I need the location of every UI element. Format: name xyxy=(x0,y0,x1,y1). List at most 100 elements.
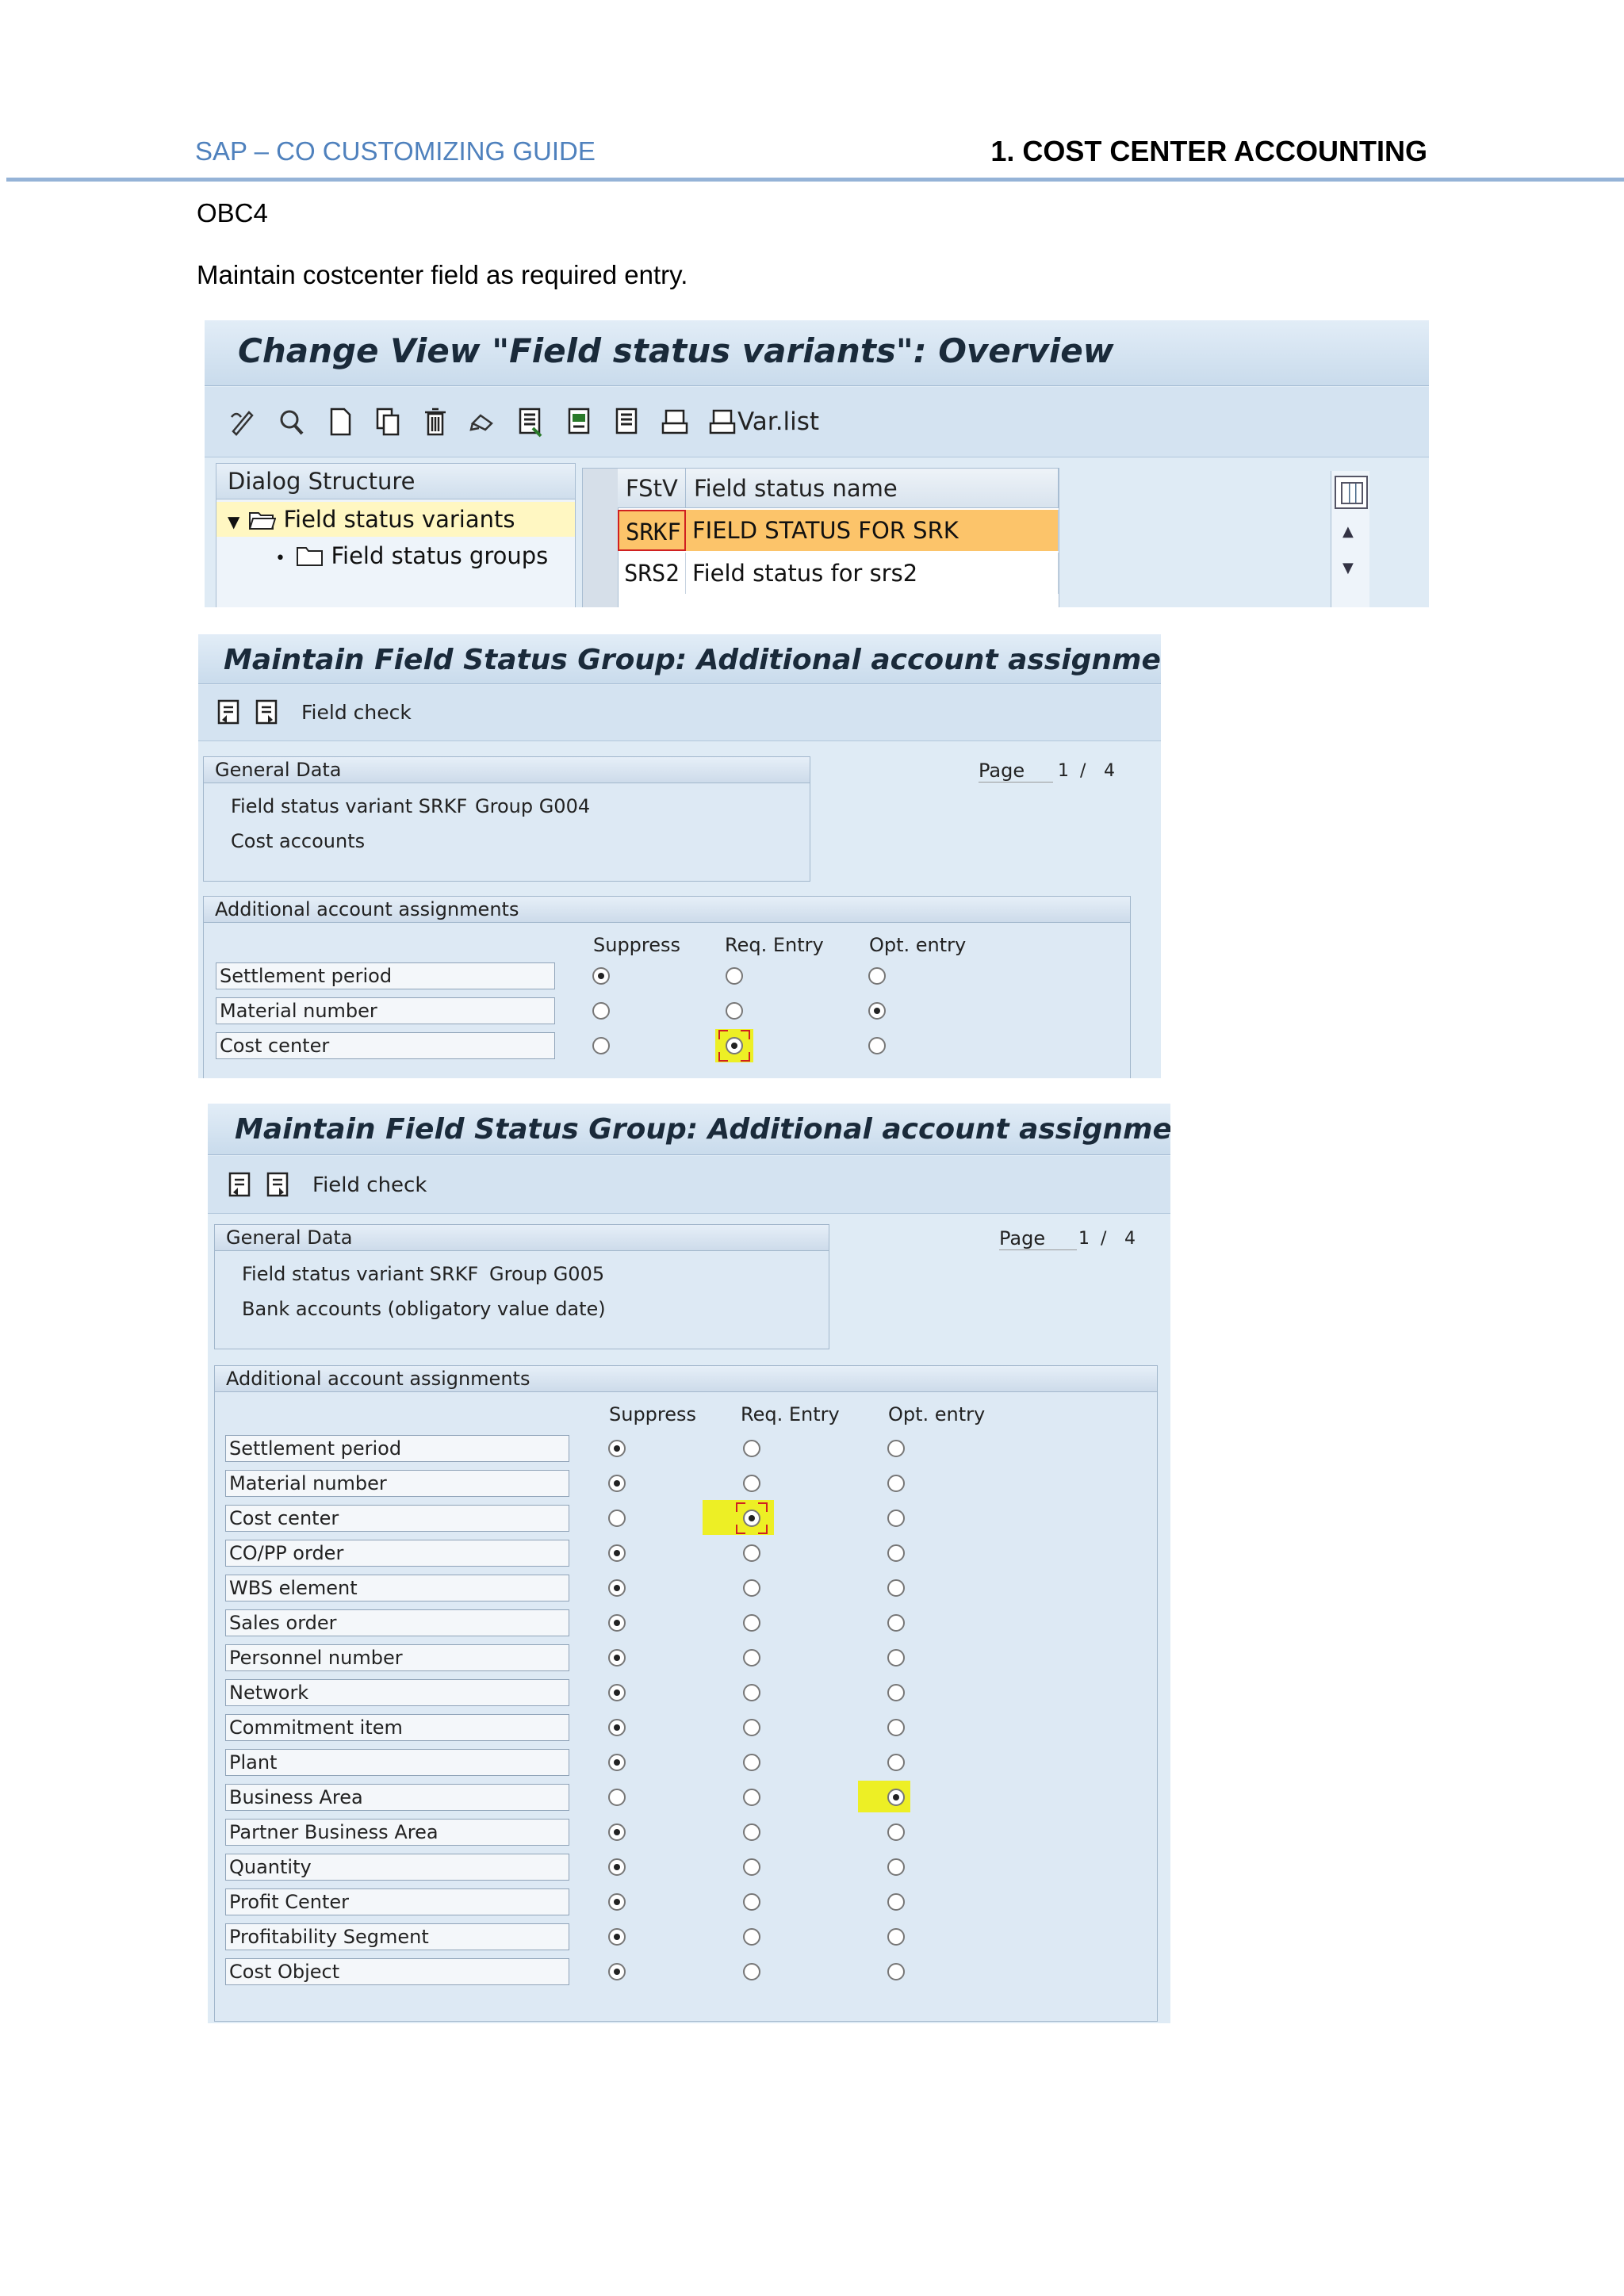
radio-req-entry[interactable] xyxy=(743,1754,760,1771)
radio-opt-entry[interactable] xyxy=(868,1002,886,1020)
radio-suppress[interactable] xyxy=(608,1754,626,1771)
radio-req-entry[interactable] xyxy=(743,1614,760,1632)
radio-req-entry[interactable] xyxy=(743,1893,760,1911)
radio-req-entry[interactable] xyxy=(726,1037,743,1054)
radio-opt-entry[interactable] xyxy=(868,967,886,985)
radio-opt-entry[interactable] xyxy=(887,1649,905,1667)
radio-req-entry[interactable] xyxy=(743,1928,760,1946)
tree-item-field-status-groups[interactable]: • Field status groups xyxy=(216,538,575,573)
find-icon[interactable] xyxy=(278,406,304,438)
deselect-all-icon[interactable] xyxy=(614,406,641,438)
expand-triangle-icon[interactable]: ▼ xyxy=(228,504,242,539)
radio-opt-entry[interactable] xyxy=(887,1719,905,1736)
table-cell-name[interactable]: Field status for srs2 xyxy=(686,553,1059,594)
radio-opt-entry[interactable] xyxy=(887,1893,905,1911)
undo-change-icon[interactable] xyxy=(469,406,496,438)
variant-list-button[interactable]: Var.list xyxy=(737,408,819,436)
bullet-icon: • xyxy=(275,549,285,568)
radio-suppress[interactable] xyxy=(608,1475,626,1492)
screen-title: Change View "Field status variants": Ove… xyxy=(238,331,1114,370)
radio-req-entry[interactable] xyxy=(743,1440,760,1457)
screen-title: Maintain Field Status Group: Additional … xyxy=(235,1113,1170,1146)
radio-suppress[interactable] xyxy=(608,1614,626,1632)
radio-req-entry[interactable] xyxy=(743,1858,760,1876)
radio-req-entry[interactable] xyxy=(743,1823,760,1841)
radio-opt-entry[interactable] xyxy=(887,1858,905,1876)
radio-req-entry[interactable] xyxy=(743,1579,760,1597)
display-change-icon[interactable] xyxy=(228,406,255,438)
table-cell-code[interactable]: SRKF xyxy=(618,510,686,551)
group-text: Cost accounts xyxy=(231,830,366,852)
scroll-up-icon[interactable]: ▲ xyxy=(1342,523,1354,540)
radio-opt-entry[interactable] xyxy=(887,1684,905,1701)
radio-suppress[interactable] xyxy=(592,1002,610,1020)
radio-opt-entry[interactable] xyxy=(887,1823,905,1841)
radio-suppress[interactable] xyxy=(608,1510,626,1527)
radio-opt-entry[interactable] xyxy=(887,1544,905,1562)
radio-suppress[interactable] xyxy=(608,1649,626,1667)
next-page-icon[interactable] xyxy=(265,1169,292,1200)
field-check-button[interactable]: Field check xyxy=(312,1173,427,1197)
radio-suppress[interactable] xyxy=(608,1440,626,1457)
select-all-icon[interactable] xyxy=(517,406,544,438)
table-cell-name[interactable]: FIELD STATUS FOR SRK xyxy=(686,510,1059,551)
radio-req-entry[interactable] xyxy=(743,1510,760,1527)
radio-opt-entry[interactable] xyxy=(887,1579,905,1597)
radio-suppress[interactable] xyxy=(608,1544,626,1562)
radio-opt-entry[interactable] xyxy=(887,1510,905,1527)
select-block-icon[interactable] xyxy=(566,406,593,438)
radio-req-entry[interactable] xyxy=(726,1002,743,1020)
radio-suppress[interactable] xyxy=(608,1893,626,1911)
vertical-scrollbar[interactable]: ▲ ▼ xyxy=(1331,471,1369,607)
radio-req-entry[interactable] xyxy=(726,967,743,985)
field-label-box: CO/PP order xyxy=(225,1540,569,1567)
radio-opt-entry[interactable] xyxy=(887,1789,905,1806)
radio-suppress[interactable] xyxy=(608,1579,626,1597)
previous-page-icon[interactable] xyxy=(227,1169,254,1200)
field-label-box: Profit Center xyxy=(225,1888,569,1915)
column-header-field-status-name[interactable]: Field status name xyxy=(686,469,1059,508)
radio-opt-entry[interactable] xyxy=(887,1440,905,1457)
radio-suppress[interactable] xyxy=(608,1963,626,1980)
radio-suppress[interactable] xyxy=(592,967,610,985)
radio-suppress[interactable] xyxy=(608,1789,626,1806)
column-settings-icon[interactable] xyxy=(1335,476,1368,509)
radio-suppress[interactable] xyxy=(608,1858,626,1876)
radio-opt-entry[interactable] xyxy=(868,1037,886,1054)
radio-opt-entry[interactable] xyxy=(887,1475,905,1492)
field-label-box: Material number xyxy=(216,997,555,1024)
radio-opt-entry[interactable] xyxy=(887,1754,905,1771)
radio-suppress[interactable] xyxy=(592,1037,610,1054)
field-check-button[interactable]: Field check xyxy=(301,701,412,724)
radio-suppress[interactable] xyxy=(608,1928,626,1946)
radio-req-entry[interactable] xyxy=(743,1684,760,1701)
delete-icon[interactable] xyxy=(422,406,449,438)
previous-page-icon[interactable] xyxy=(216,696,243,728)
table-cell-code[interactable]: SRS2 xyxy=(618,553,686,594)
radio-req-entry[interactable] xyxy=(743,1719,760,1736)
radio-req-entry[interactable] xyxy=(743,1649,760,1667)
print-icon[interactable] xyxy=(661,406,688,438)
tree-item-label: Field status variants xyxy=(283,506,515,533)
copy-as-icon[interactable] xyxy=(374,406,401,438)
variant-list-icon[interactable] xyxy=(709,406,736,438)
new-entries-icon[interactable] xyxy=(327,406,354,438)
radio-req-entry[interactable] xyxy=(743,1544,760,1562)
next-page-icon[interactable] xyxy=(254,696,281,728)
screen-title: Maintain Field Status Group: Additional … xyxy=(224,644,1161,676)
radio-opt-entry[interactable] xyxy=(887,1928,905,1946)
tree-item-field-status-variants[interactable]: ▼ Field status variants xyxy=(216,502,575,537)
radio-suppress[interactable] xyxy=(608,1684,626,1701)
screen-titlebar: Maintain Field Status Group: Additional … xyxy=(198,634,1161,684)
radio-opt-entry[interactable] xyxy=(887,1963,905,1980)
column-header-suppress: Suppress xyxy=(593,934,681,956)
radio-suppress[interactable] xyxy=(608,1823,626,1841)
radio-opt-entry[interactable] xyxy=(887,1614,905,1632)
radio-req-entry[interactable] xyxy=(743,1963,760,1980)
radio-req-entry[interactable] xyxy=(743,1789,760,1806)
radio-suppress[interactable] xyxy=(608,1719,626,1736)
column-header-fstv[interactable]: FStV xyxy=(618,469,686,508)
screen-titlebar: Maintain Field Status Group: Additional … xyxy=(208,1104,1170,1155)
radio-req-entry[interactable] xyxy=(743,1475,760,1492)
scroll-down-icon[interactable]: ▼ xyxy=(1342,560,1354,576)
